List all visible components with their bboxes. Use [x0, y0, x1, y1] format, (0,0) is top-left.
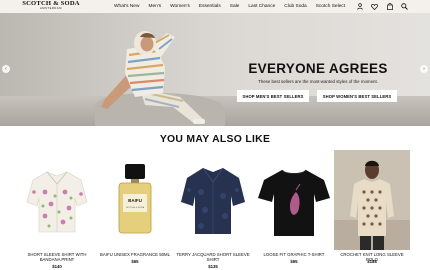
- shop-womens-best-sellers-button[interactable]: SHOP WOMEN'S BEST SELLERS: [317, 90, 397, 102]
- top-navigation-bar: SCOTCH & SODA AMSTERDAM What's New Men's…: [0, 0, 430, 13]
- product-image[interactable]: BAIFU SCOTCH & SODA: [97, 150, 173, 250]
- product-image[interactable]: [19, 150, 95, 250]
- nav-item-mens[interactable]: Men's: [148, 4, 161, 9]
- product-image[interactable]: [175, 150, 251, 250]
- nav-item-sale[interactable]: Sale: [230, 4, 240, 9]
- product-image[interactable]: [256, 150, 332, 250]
- nav-item-womens[interactable]: Women's: [170, 4, 190, 9]
- hero-title: EVERYONE AGREES: [248, 61, 388, 76]
- recommendations-title: YOU MAY ALSO LIKE: [159, 134, 271, 145]
- hero-prev-arrow[interactable]: ‹: [2, 65, 10, 73]
- svg-text:BAIFU: BAIFU: [128, 198, 142, 203]
- search-icon[interactable]: [401, 3, 408, 10]
- product-card[interactable]: LOOSE FIT GRAPHIC T-SHIRT $65: [256, 150, 332, 270]
- hero-subtitle: These best sellers are the most-wanted s…: [258, 79, 378, 84]
- product-price: $65: [290, 259, 298, 264]
- nav-item-last-chance[interactable]: Last Chance: [248, 4, 275, 9]
- brand-logo[interactable]: SCOTCH & SODA AMSTERDAM: [22, 0, 80, 13]
- page: SCOTCH & SODA AMSTERDAM What's New Men's…: [0, 0, 430, 270]
- brand-name: SCOTCH & SODA: [22, 0, 80, 7]
- nav-item-scotch-select[interactable]: Scotch Select: [316, 4, 345, 9]
- product-price: $65: [131, 259, 139, 264]
- product-name[interactable]: TERRY JACQUARD SHORT SLEEVE SHIRT: [175, 252, 251, 263]
- nav-item-club-soda[interactable]: Club Soda: [284, 4, 306, 9]
- product-card[interactable]: TERRY JACQUARD SHORT SLEEVE SHIRT $135: [175, 150, 251, 270]
- heart-icon[interactable]: [371, 3, 378, 10]
- header-icons: [356, 0, 408, 13]
- product-price: $188: [367, 259, 377, 264]
- product-price: $135: [208, 264, 218, 269]
- product-name[interactable]: SHORT SLEEVE SHIRT WITH BANDANA PRINT: [19, 252, 95, 263]
- product-card[interactable]: CROCHET KNIT LONG SLEEVE POLO $188: [334, 150, 410, 270]
- product-card[interactable]: BAIFU SCOTCH & SODA BAIFU UNISEX FRAGRAN…: [97, 150, 173, 270]
- hero-model-image: [101, 31, 205, 124]
- bag-icon[interactable]: [386, 3, 393, 10]
- product-name[interactable]: LOOSE FIT GRAPHIC T-SHIRT: [256, 252, 332, 257]
- shop-mens-best-sellers-button[interactable]: SHOP MEN'S BEST SELLERS: [237, 90, 309, 102]
- user-icon[interactable]: [356, 3, 363, 10]
- svg-text:SCOTCH & SODA: SCOTCH & SODA: [126, 206, 145, 209]
- main-nav: What's New Men's Women's Essentials Sale…: [114, 0, 345, 13]
- product-name[interactable]: BAIFU UNISEX FRAGRANCE 50ML: [97, 252, 173, 257]
- hero-next-arrow[interactable]: ›: [420, 65, 428, 73]
- product-price: $140: [52, 264, 62, 269]
- hero-banner[interactable]: ‹ › EVERYONE AGREES These best sellers a…: [0, 13, 430, 126]
- brand-city: AMSTERDAM: [40, 7, 62, 10]
- nav-item-essentials[interactable]: Essentials: [199, 4, 221, 9]
- product-card[interactable]: SHORT SLEEVE SHIRT WITH BANDANA PRINT $1…: [19, 150, 95, 270]
- nav-item-whats-new[interactable]: What's New: [114, 4, 139, 9]
- product-image[interactable]: [334, 150, 410, 250]
